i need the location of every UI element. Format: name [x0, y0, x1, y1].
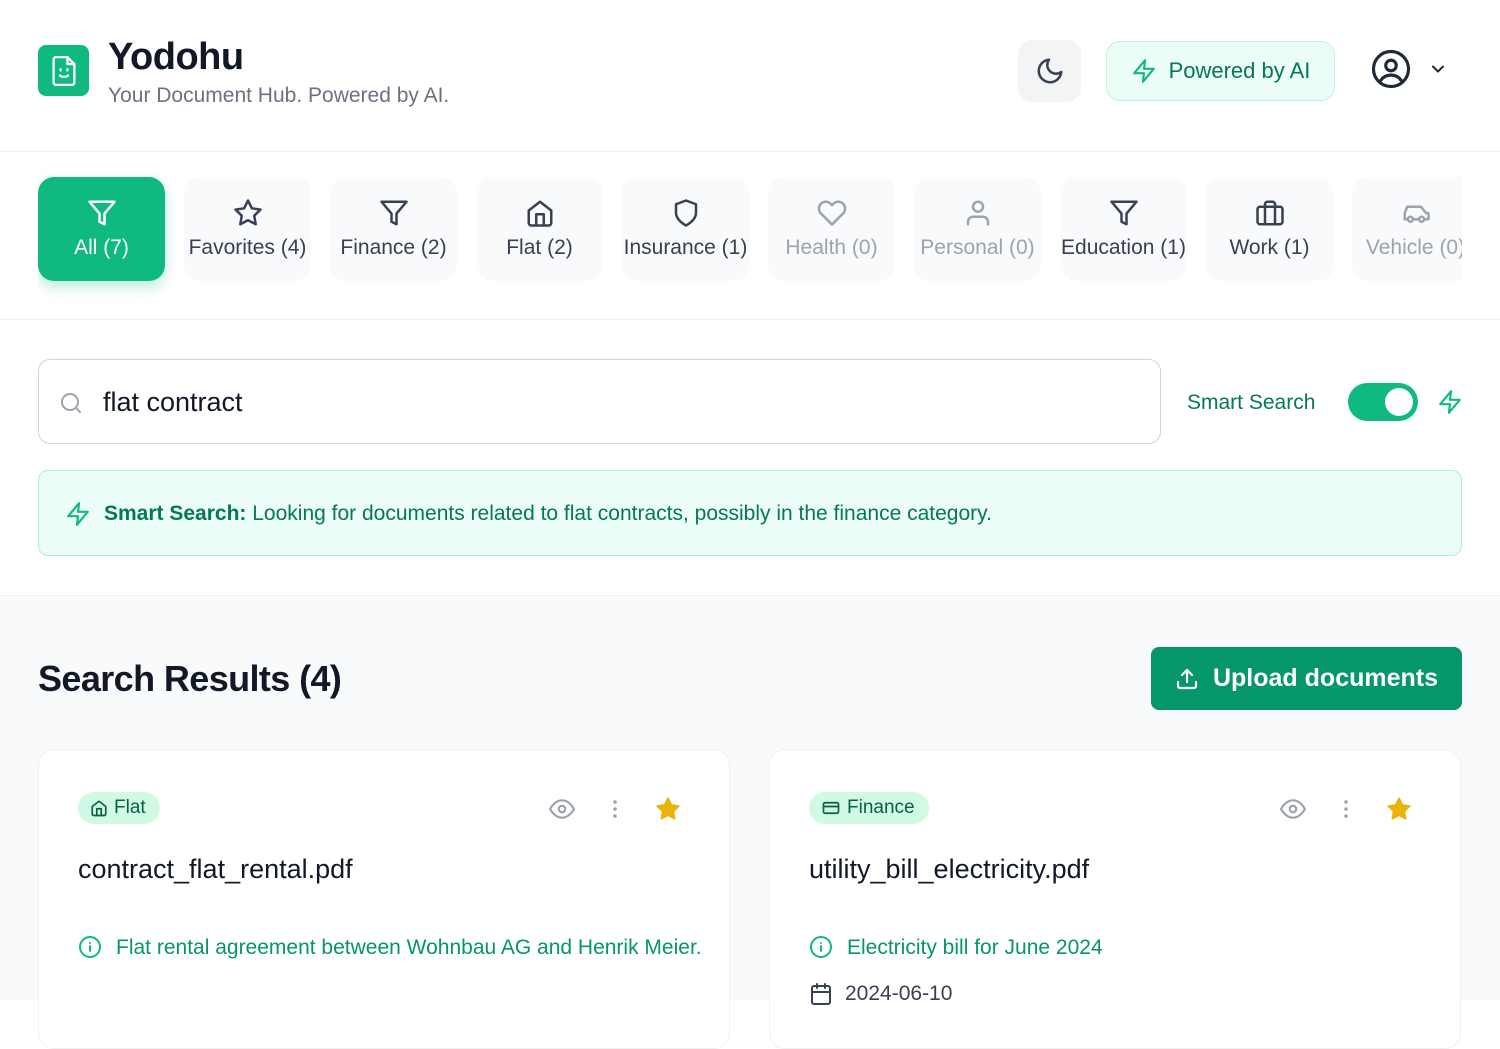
document-description: Electricity bill for June 2024: [809, 932, 1439, 969]
star-icon: [233, 199, 262, 226]
home-icon: [91, 800, 107, 817]
category-badge-label: Flat: [114, 797, 146, 818]
document-card[interactable]: Finance utility_bill_electricity.pdf Ele…: [769, 749, 1461, 1049]
search-box[interactable]: [38, 359, 1161, 444]
tab-label: Finance (2): [340, 236, 447, 259]
shield-icon: [674, 199, 697, 227]
home-icon: [527, 200, 552, 227]
tab-label: Education (1): [1061, 236, 1186, 259]
category-tabs-scroller[interactable]: All (7) Favorites (4) Finance (2) Flat (…: [38, 152, 1462, 320]
tab-label: Personal (0): [920, 236, 1035, 259]
filter-icon: [379, 200, 408, 226]
smart-search-info-prefix: Smart Search:: [104, 502, 247, 525]
eye-icon[interactable]: [549, 796, 575, 822]
app-logo: [38, 45, 89, 96]
document-filename[interactable]: utility_bill_electricity.pdf: [809, 854, 1089, 885]
app-header: Yodohu Your Document Hub. Powered by AI.…: [0, 0, 1500, 152]
tab-education[interactable]: Education (1): [1060, 177, 1187, 281]
bolt-icon: [67, 502, 89, 526]
card-actions: [549, 796, 681, 822]
tab-label: Vehicle (0): [1365, 236, 1462, 259]
tab-work[interactable]: Work (1): [1206, 177, 1333, 281]
tab-finance[interactable]: Finance (2): [330, 177, 457, 281]
search-section: Smart Search Smart Search: Looking for d…: [0, 320, 1500, 596]
document-filename[interactable]: contract_flat_rental.pdf: [78, 854, 353, 885]
smart-search-info-banner: Smart Search: Looking for documents rela…: [38, 470, 1462, 556]
tab-all[interactable]: All (7): [38, 177, 165, 281]
credit-card-icon: [822, 801, 840, 815]
card-actions: [1280, 796, 1412, 822]
tab-label: All (7): [74, 236, 129, 259]
calendar-icon: [811, 983, 831, 1005]
tab-label: Health (0): [785, 236, 878, 259]
more-vertical-icon[interactable]: [1334, 797, 1358, 821]
bolt-icon: [1132, 59, 1155, 83]
document-description-text: Electricity bill for June 2024: [847, 936, 1103, 959]
tab-health[interactable]: Health (0): [768, 177, 895, 281]
star-filled-icon[interactable]: [1386, 796, 1412, 822]
powered-by-ai-badge: Powered by AI: [1106, 41, 1335, 101]
heart-icon: [817, 200, 846, 226]
user-menu-button[interactable]: [1370, 48, 1448, 90]
document-card[interactable]: Flat contract_flat_rental.pdf Flat renta…: [38, 749, 730, 1049]
tab-vehicle[interactable]: Vehicle (0): [1352, 177, 1462, 281]
upload-icon: [1176, 668, 1198, 689]
filter-icon: [87, 200, 116, 226]
user-circle-icon: [1371, 49, 1411, 89]
search-icon: [61, 393, 81, 413]
search-input[interactable]: [103, 361, 1143, 443]
category-tabs: All (7) Favorites (4) Finance (2) Flat (…: [0, 152, 1500, 320]
smart-search-info-body: Looking for documents related to flat co…: [246, 502, 992, 525]
tab-personal[interactable]: Personal (0): [914, 177, 1041, 281]
filter-icon: [1109, 200, 1138, 226]
moon-icon: [1037, 58, 1062, 84]
smart-search-label: Smart Search: [1187, 391, 1316, 414]
upload-button-label: Upload documents: [1212, 664, 1438, 692]
document-description: Flat rental agreement between Wohnbau AG…: [78, 932, 708, 969]
results-title: Search Results (4): [38, 658, 342, 699]
chevron-down-icon: [1432, 65, 1444, 73]
bolt-icon: [1439, 390, 1461, 414]
tab-insurance[interactable]: Insurance (1): [622, 177, 749, 281]
tab-favorites[interactable]: Favorites (4): [184, 177, 311, 281]
category-badge-label: Finance: [847, 797, 915, 818]
ai-badge-label: Powered by AI: [1168, 58, 1311, 83]
tab-label: Insurance (1): [623, 236, 748, 259]
theme-toggle-button[interactable]: [1018, 40, 1081, 102]
tab-flat[interactable]: Flat (2): [476, 177, 603, 281]
user-icon: [966, 200, 989, 226]
eye-icon[interactable]: [1280, 796, 1306, 822]
tab-label: Work (1): [1229, 236, 1310, 259]
briefcase-icon: [1255, 200, 1284, 226]
info-icon: [810, 936, 832, 958]
document-date-text: 2024-06-10: [845, 982, 953, 1005]
app-title: Yodohu: [108, 36, 244, 78]
car-icon: [1403, 205, 1430, 223]
tab-label: Flat (2): [506, 236, 573, 259]
smart-search-info-text: Smart Search: Looking for documents rela…: [104, 502, 992, 526]
star-filled-icon[interactable]: [655, 796, 681, 822]
category-badge: Finance: [809, 792, 929, 824]
tab-label: Favorites (4): [188, 236, 307, 259]
document-smile-icon: [51, 55, 76, 86]
toggle-knob: [1385, 388, 1413, 416]
app-subtitle: Your Document Hub. Powered by AI.: [108, 84, 450, 107]
smart-search-toggle[interactable]: [1348, 383, 1418, 421]
more-vertical-icon[interactable]: [603, 797, 627, 821]
document-date: 2024-06-10: [809, 982, 952, 1006]
info-icon: [79, 936, 101, 958]
category-badge: Flat: [78, 792, 160, 824]
document-description-text: Flat rental agreement between Wohnbau AG…: [116, 936, 702, 959]
upload-documents-button[interactable]: Upload documents: [1151, 647, 1462, 710]
results-section: Search Results (4) Upload documents Flat…: [0, 596, 1500, 1049]
